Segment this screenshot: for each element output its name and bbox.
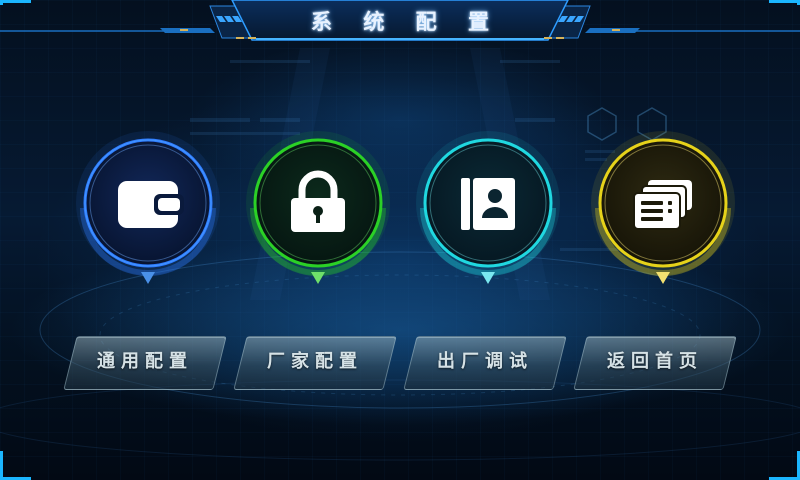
wallet-icon	[118, 181, 184, 228]
lock-icon	[291, 170, 345, 232]
corner-bracket-bottom-right	[769, 451, 800, 480]
system-config-screen: 系 统 配 置 通用配置 厂家配置 出厂调试 返回首页	[0, 0, 800, 480]
factory-debug-icon-button[interactable]	[416, 131, 560, 288]
general-config-icon-button[interactable]	[76, 131, 220, 288]
contact-book-icon	[461, 178, 515, 230]
back-home-icon-button[interactable]	[591, 131, 735, 288]
factory-config-icon-button[interactable]	[246, 131, 390, 288]
corner-bracket-bottom-left	[0, 451, 31, 480]
general-config-label: 通用配置	[97, 351, 193, 372]
factory-config-label: 厂家配置	[267, 351, 363, 372]
back-home-label: 返回首页	[607, 351, 703, 372]
back-home-button[interactable]: 返回首页	[572, 336, 737, 390]
general-config-button[interactable]: 通用配置	[62, 336, 227, 390]
cards-icon	[633, 180, 692, 230]
factory-debug-label: 出厂调试	[437, 351, 533, 372]
factory-debug-button[interactable]: 出厂调试	[402, 336, 567, 390]
factory-config-button[interactable]: 厂家配置	[232, 336, 397, 390]
page-title: 系 统 配 置	[311, 10, 501, 34]
